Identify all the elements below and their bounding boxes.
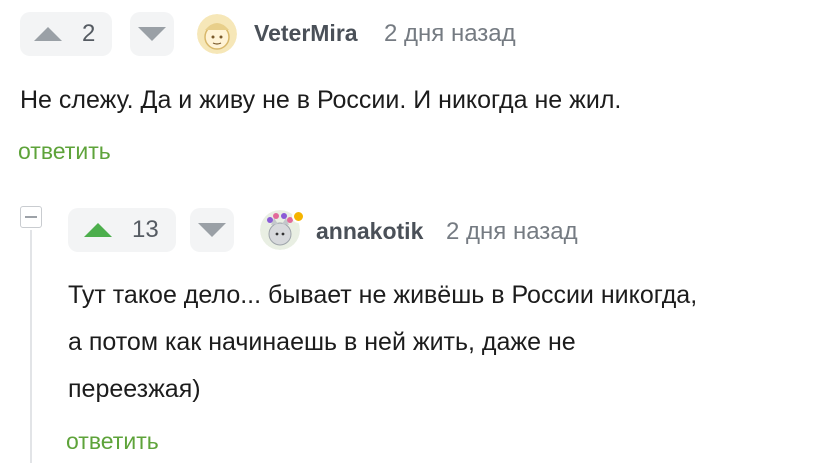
comment-timestamp[interactable]: 2 дня назад	[384, 20, 516, 48]
thread-line[interactable]	[30, 230, 32, 463]
downvote-button[interactable]	[190, 208, 234, 252]
comment-score: 2	[82, 20, 96, 47]
comment-author[interactable]: VeterMira	[254, 20, 358, 47]
reply-link[interactable]: ответить	[18, 138, 111, 165]
comment-timestamp[interactable]: 2 дня назад	[446, 218, 578, 246]
downvote-button[interactable]	[130, 12, 174, 56]
comment-score: 13	[132, 216, 159, 243]
downvote-arrow-icon	[198, 223, 226, 237]
comment-text: Не слежу. Да и живу не в России. И никог…	[20, 86, 622, 114]
comment-author[interactable]: annakotik	[316, 218, 423, 245]
downvote-arrow-icon	[138, 27, 166, 41]
comment-text-line: переезжая)	[68, 375, 201, 403]
upvote-arrow-icon	[84, 223, 112, 237]
upvote-button[interactable]	[84, 223, 112, 237]
reply-link[interactable]: ответить	[66, 428, 159, 455]
comment-text-line: а потом как начинаешь в ней жить, даже н…	[68, 328, 576, 356]
online-badge	[292, 210, 305, 223]
upvote-arrow-icon	[34, 27, 62, 41]
collapse-thread-button[interactable]	[20, 206, 42, 228]
comment-text-line: Тут такое дело... бывает не живёшь в Рос…	[68, 281, 698, 309]
avatar[interactable]	[197, 14, 237, 54]
vote-pill: 13	[68, 208, 176, 252]
upvote-button[interactable]	[34, 27, 62, 41]
vote-pill: 2	[20, 12, 112, 56]
